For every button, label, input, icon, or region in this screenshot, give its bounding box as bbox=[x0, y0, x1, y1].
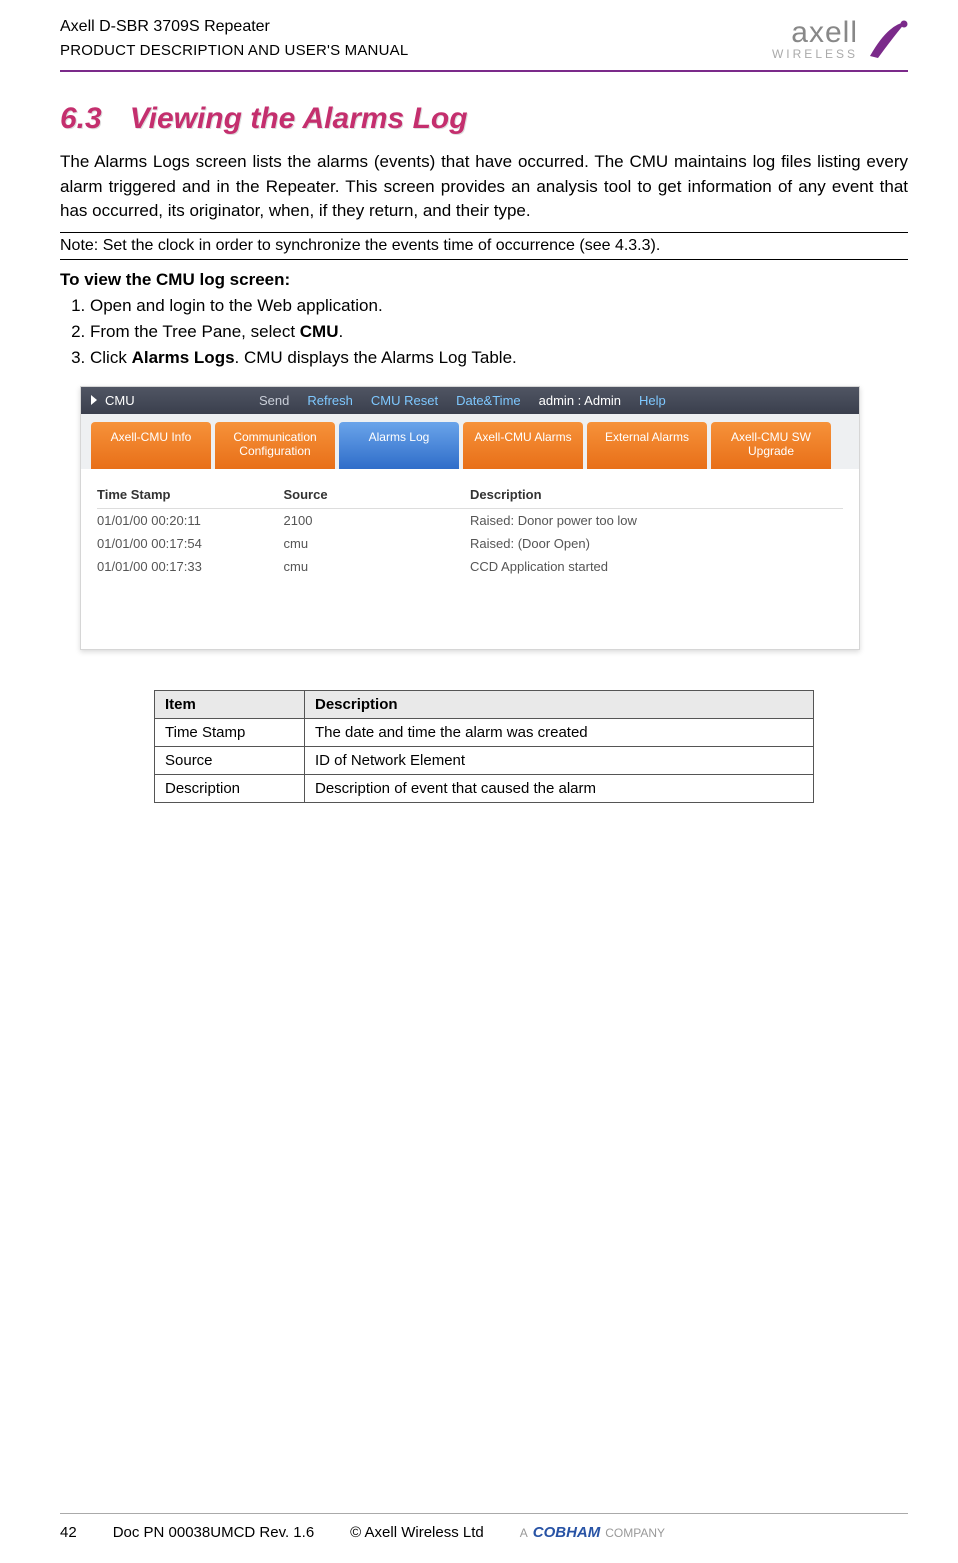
tab-sw-upgrade[interactable]: Axell-CMU SW Upgrade bbox=[711, 422, 831, 469]
step-3: Click Alarms Logs. CMU displays the Alar… bbox=[90, 348, 908, 368]
legend-row: Time Stamp The date and time the alarm w… bbox=[155, 718, 814, 746]
step-2: From the Tree Pane, select CMU. bbox=[90, 322, 908, 342]
step-3-pre: Click bbox=[90, 348, 132, 367]
cell-desc: Raised: Donor power too low bbox=[470, 508, 843, 532]
table-row: 01/01/00 00:17:54 cmu Raised: (Door Open… bbox=[97, 532, 843, 555]
company-prefix: A bbox=[520, 1526, 528, 1540]
page-footer: 42 Doc PN 00038UMCD Rev. 1.6 © Axell Wir… bbox=[60, 1513, 908, 1541]
legend-desc: ID of Network Element bbox=[305, 746, 814, 774]
logo-main: axell bbox=[791, 16, 858, 49]
col-timestamp: Time Stamp bbox=[97, 481, 284, 509]
tabs-bar: Axell-CMU Info Communication Configurati… bbox=[81, 414, 859, 469]
logo-text: axell WIRELESS bbox=[772, 18, 858, 60]
legend-h-desc: Description bbox=[305, 690, 814, 718]
company-suffix: COMPANY bbox=[605, 1526, 665, 1540]
product-name: Axell D-SBR 3709S Repeater bbox=[60, 18, 408, 36]
steps-list: Open and login to the Web application. F… bbox=[60, 296, 908, 368]
cell-ts: 01/01/00 00:20:11 bbox=[97, 508, 284, 532]
step-3-bold: Alarms Logs bbox=[132, 348, 235, 367]
company-block: A COBHAM COMPANY bbox=[520, 1524, 665, 1541]
copyright: © Axell Wireless Ltd bbox=[350, 1524, 484, 1541]
step-2-pre: From the Tree Pane, select bbox=[90, 322, 300, 341]
header-rule bbox=[60, 70, 908, 72]
page-number: 42 bbox=[60, 1524, 77, 1541]
section-number: 6.3 bbox=[60, 102, 102, 135]
legend-item: Description bbox=[155, 774, 305, 802]
table-row: 01/01/00 00:17:33 cmu CCD Application st… bbox=[97, 555, 843, 578]
instruction-title: To view the CMU log screen: bbox=[60, 270, 908, 290]
cmu-reset-link[interactable]: CMU Reset bbox=[371, 393, 438, 408]
alarms-log-table: Time Stamp Source Description 01/01/00 0… bbox=[97, 481, 843, 578]
datetime-link[interactable]: Date&Time bbox=[456, 393, 521, 408]
topbar-title: CMU bbox=[105, 393, 135, 408]
step-1: Open and login to the Web application. bbox=[90, 296, 908, 316]
refresh-link[interactable]: Refresh bbox=[307, 393, 353, 408]
cell-desc: CCD Application started bbox=[470, 555, 843, 578]
step-3-post: . CMU displays the Alarms Log Table. bbox=[235, 348, 517, 367]
intro-paragraph: The Alarms Logs screen lists the alarms … bbox=[60, 150, 908, 224]
cell-src: cmu bbox=[284, 555, 471, 578]
step-2-post: . bbox=[338, 322, 343, 341]
chevron-right-icon[interactable] bbox=[91, 395, 97, 405]
section-heading: 6.3 Viewing the Alarms Log bbox=[60, 102, 908, 136]
logo-sub: WIRELESS bbox=[772, 48, 858, 60]
col-source: Source bbox=[284, 481, 471, 509]
legend-item: Source bbox=[155, 746, 305, 774]
document-type: PRODUCT DESCRIPTION AND USER'S MANUAL bbox=[60, 42, 408, 59]
legend-row: Description Description of event that ca… bbox=[155, 774, 814, 802]
help-link[interactable]: Help bbox=[639, 393, 666, 408]
topbar-title-area: CMU bbox=[91, 393, 241, 408]
swoosh-icon bbox=[864, 18, 908, 62]
tab-comm-config[interactable]: Communication Configuration bbox=[215, 422, 335, 469]
screenshot-content: Time Stamp Source Description 01/01/00 0… bbox=[81, 469, 859, 649]
brand-logo: axell WIRELESS bbox=[772, 18, 908, 62]
tab-external-alarms[interactable]: External Alarms bbox=[587, 422, 707, 469]
note-block: Note: Set the clock in order to synchron… bbox=[60, 232, 908, 260]
legend-table: Item Description Time Stamp The date and… bbox=[154, 690, 814, 803]
cell-src: 2100 bbox=[284, 508, 471, 532]
table-header-row: Time Stamp Source Description bbox=[97, 481, 843, 509]
table-row: 01/01/00 00:20:11 2100 Raised: Donor pow… bbox=[97, 508, 843, 532]
tab-alarms-log[interactable]: Alarms Log bbox=[339, 422, 459, 469]
legend-h-item: Item bbox=[155, 690, 305, 718]
cell-desc: Raised: (Door Open) bbox=[470, 532, 843, 555]
app-screenshot: CMU Send Refresh CMU Reset Date&Time adm… bbox=[80, 386, 860, 650]
admin-label: admin : Admin bbox=[539, 393, 621, 408]
legend-item: Time Stamp bbox=[155, 718, 305, 746]
legend-header-row: Item Description bbox=[155, 690, 814, 718]
send-link[interactable]: Send bbox=[259, 393, 289, 408]
step-2-bold: CMU bbox=[300, 322, 339, 341]
cell-src: cmu bbox=[284, 532, 471, 555]
tab-cmu-alarms[interactable]: Axell-CMU Alarms bbox=[463, 422, 583, 469]
step-1-text: Open and login to the Web application. bbox=[90, 296, 383, 315]
app-topbar: CMU Send Refresh CMU Reset Date&Time adm… bbox=[81, 387, 859, 414]
legend-desc: The date and time the alarm was created bbox=[305, 718, 814, 746]
cell-ts: 01/01/00 00:17:33 bbox=[97, 555, 284, 578]
doc-reference: Doc PN 00038UMCD Rev. 1.6 bbox=[113, 1524, 314, 1541]
tab-cmu-info[interactable]: Axell-CMU Info bbox=[91, 422, 211, 469]
header-text-block: Axell D-SBR 3709S Repeater PRODUCT DESCR… bbox=[60, 18, 408, 60]
legend-row: Source ID of Network Element bbox=[155, 746, 814, 774]
cell-ts: 01/01/00 00:17:54 bbox=[97, 532, 284, 555]
section-title: Viewing the Alarms Log bbox=[130, 102, 468, 135]
cobham-logo: COBHAM bbox=[533, 1524, 601, 1541]
col-description: Description bbox=[470, 481, 843, 509]
page-header: Axell D-SBR 3709S Repeater PRODUCT DESCR… bbox=[60, 18, 908, 62]
legend-desc: Description of event that caused the ala… bbox=[305, 774, 814, 802]
